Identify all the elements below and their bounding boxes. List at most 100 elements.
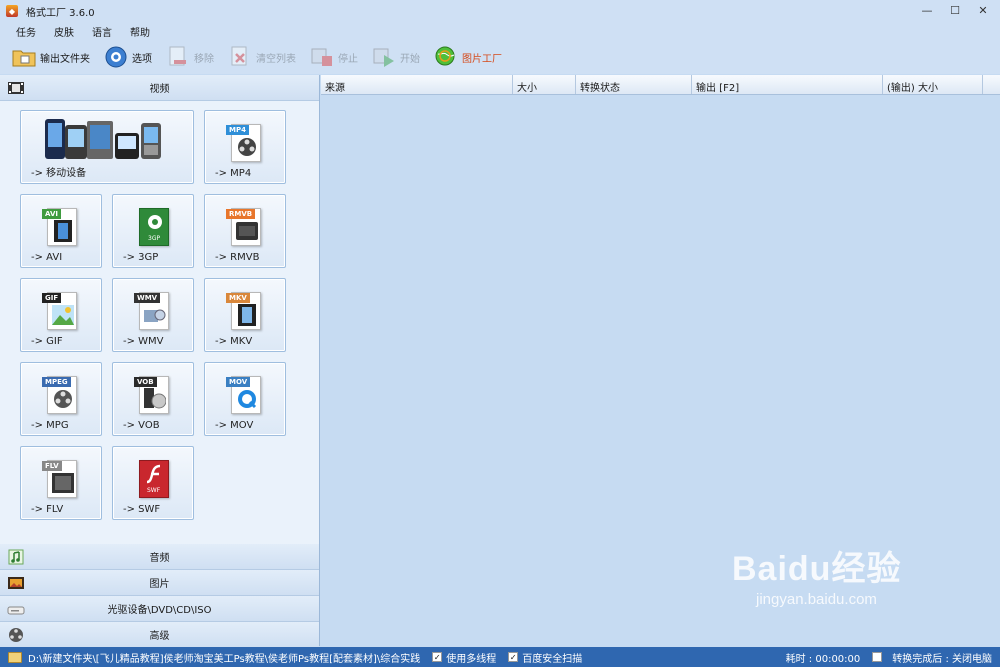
start-button[interactable]: 开始 [372, 43, 420, 71]
window-title: 格式工厂 3.6.0 [26, 7, 95, 19]
watermark-url: jingyan.baidu.com [756, 591, 877, 608]
audio-section-header[interactable]: 音频 [0, 544, 319, 570]
options-button[interactable]: 选项 [104, 43, 152, 71]
mkv-tag: MKV [226, 293, 250, 303]
stop-icon [310, 45, 334, 69]
image-section-label: 图片 [149, 579, 170, 590]
gif-file-icon: GIF [42, 289, 80, 333]
title-bar: ◆ 格式工厂 3.6.0 — ☐ ✕ [0, 0, 1000, 22]
watermark-brand: Baidu经验 [732, 550, 902, 588]
mp4-file-icon: MP4 [226, 121, 264, 165]
format-3gp-button[interactable]: 3GP -> 3GP [112, 194, 194, 268]
mpg-file-icon: MPEG [42, 373, 80, 417]
close-button[interactable]: ✕ [974, 3, 992, 18]
format-gif-label: -> GIF [31, 336, 63, 347]
remove-button[interactable]: 移除 [166, 43, 214, 71]
rmvb-tag: RMVB [226, 209, 256, 219]
toolbar: 输出文件夹 选项 移除 清空列表 停止 开始 图片工厂 [0, 40, 1000, 74]
format-mkv-label: -> MKV [215, 336, 253, 347]
start-label: 开始 [400, 53, 420, 65]
format-mkv-button[interactable]: MKV -> MKV [204, 278, 286, 352]
swf-tag: SWF [147, 487, 161, 494]
format-swf-button[interactable]: SWF -> SWF [112, 446, 194, 520]
picture-factory-button[interactable]: 图片工厂 [434, 43, 502, 71]
clear-list-label: 清空列表 [256, 53, 296, 65]
video-section-header[interactable]: 视频 [0, 75, 319, 101]
status-bar: D:\新建文件夹\[飞儿精品教程]侯老师淘宝美工Ps教程\侯老师Ps教程[配套素… [0, 647, 1000, 667]
wmv-tag: WMV [134, 293, 161, 303]
swf-file-icon: SWF [134, 457, 172, 501]
menu-task[interactable]: 任务 [14, 24, 38, 39]
format-mp4-button[interactable]: MP4 -> MP4 [204, 110, 286, 184]
wmv-file-icon: WMV [134, 289, 172, 333]
baidu-watermark: Baidu经验 jingyan.baidu.com [732, 541, 972, 621]
format-mp4-label: -> MP4 [215, 168, 252, 179]
baidu-scan-option[interactable]: ✓ 百度安全扫描 [508, 650, 582, 665]
format-gif-button[interactable]: GIF -> GIF [20, 278, 102, 352]
format-mpg-button[interactable]: MPEG -> MPG [20, 362, 102, 436]
format-mov-button[interactable]: MOV -> MOV [204, 362, 286, 436]
folder-icon [12, 45, 36, 69]
format-avi-button[interactable]: AVI -> AVI [20, 194, 102, 268]
task-table-header: 来源 大小 转换状态 输出 [F2] (输出) 大小 [321, 75, 1000, 95]
multithread-option[interactable]: ✓ 使用多线程 [432, 650, 496, 665]
output-path-text[interactable]: D:\新建文件夹\[飞儿精品教程]侯老师淘宝美工Ps教程\侯老师Ps教程[配套素… [28, 650, 420, 665]
multithread-checkbox[interactable]: ✓ [432, 652, 443, 662]
video-format-grid: -> 移动设备 MP4 -> MP4 AVI -> AVI 3GP -> 3GP… [0, 101, 319, 544]
column-output[interactable]: 输出 [F2] [692, 75, 883, 94]
3gp-tag: 3GP [148, 235, 161, 242]
vob-file-icon: VOB [134, 373, 172, 417]
flv-file-icon: FLV [42, 457, 80, 501]
format-rmvb-button[interactable]: RMVB -> RMVB [204, 194, 286, 268]
disc-section-header[interactable]: 光驱设备\DVD\CD\ISO [0, 596, 319, 622]
stop-button[interactable]: 停止 [310, 43, 358, 71]
multithread-label: 使用多线程 [446, 653, 497, 665]
advanced-section-label: 高级 [149, 631, 170, 642]
format-avi-label: -> AVI [31, 252, 63, 263]
format-flv-label: -> FLV [31, 504, 64, 515]
category-sections: 音频 图片 光驱设备\DVD\CD\ISO 高级 [0, 544, 319, 648]
menu-language[interactable]: 语言 [90, 24, 114, 39]
format-mobile-label: -> 移动设备 [31, 168, 87, 179]
format-vob-button[interactable]: VOB -> VOB [112, 362, 194, 436]
output-folder-button[interactable]: 输出文件夹 [12, 43, 90, 71]
after-done-checkbox[interactable] [872, 652, 883, 662]
column-source[interactable]: 来源 [321, 75, 513, 94]
task-list-panel[interactable]: 来源 大小 转换状态 输出 [F2] (输出) 大小 Baidu经验 jingy… [321, 75, 1000, 646]
baidu-scan-checkbox[interactable]: ✓ [508, 652, 519, 662]
minimize-button[interactable]: — [918, 3, 936, 18]
menu-bar: 任务 皮肤 语言 帮助 [0, 22, 1000, 40]
mobile-devices-icon [45, 119, 161, 159]
menu-help[interactable]: 帮助 [128, 24, 152, 39]
options-label: 选项 [132, 53, 152, 65]
remove-icon [166, 45, 190, 69]
avi-file-icon: AVI [42, 205, 80, 249]
format-wmv-label: -> WMV [123, 336, 164, 347]
format-wmv-button[interactable]: WMV -> WMV [112, 278, 194, 352]
image-section-header[interactable]: 图片 [0, 570, 319, 596]
flv-tag: FLV [42, 461, 62, 471]
column-output-size[interactable]: (输出) 大小 [883, 75, 983, 94]
stop-label: 停止 [338, 53, 358, 65]
remove-label: 移除 [194, 53, 214, 65]
gif-tag: GIF [42, 293, 62, 303]
clear-list-button[interactable]: 清空列表 [228, 43, 296, 71]
format-rmvb-label: -> RMVB [215, 252, 260, 263]
column-status[interactable]: 转换状态 [576, 75, 692, 94]
column-size[interactable]: 大小 [513, 75, 576, 94]
format-mobile-button[interactable]: -> 移动设备 [20, 110, 194, 184]
format-flv-button[interactable]: FLV -> FLV [20, 446, 102, 520]
mp4-tag: MP4 [226, 125, 249, 135]
maximize-button[interactable]: ☐ [946, 3, 964, 18]
video-section-label: 视频 [149, 84, 170, 95]
advanced-section-header[interactable]: 高级 [0, 622, 319, 648]
after-done-label[interactable]: 转换完成后 : 关闭电脑 [892, 650, 992, 665]
disc-drive-icon [7, 606, 25, 615]
format-swf-label: -> SWF [123, 504, 161, 515]
conversion-panel: 视频 -> 移动设备 MP4 -> MP4 AVI -> AVI 3GP -> … [0, 75, 320, 648]
rmvb-file-icon: RMVB [226, 205, 264, 249]
menu-skin[interactable]: 皮肤 [52, 24, 76, 39]
elapsed-time: 耗时 : 00:00:00 [785, 653, 861, 665]
format-3gp-label: -> 3GP [123, 252, 159, 263]
output-folder-icon[interactable] [8, 651, 22, 663]
